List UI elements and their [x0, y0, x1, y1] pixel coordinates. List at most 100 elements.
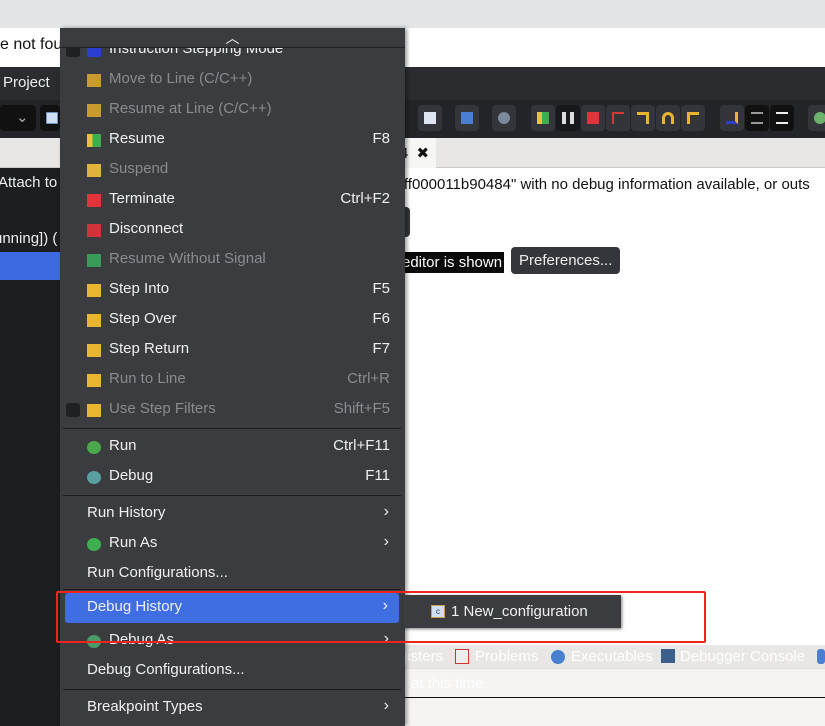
menu-item-move-to-line-c-c[interactable]: Move to Line (C/C++): [60, 65, 405, 95]
debug-icon: [87, 471, 101, 484]
menu-item-label: Debug: [109, 467, 154, 484]
menu-separator: [63, 589, 401, 590]
view-tab-debugger-console[interactable]: Debugger Console: [680, 648, 805, 665]
menu-item-step-into[interactable]: Step Into F5: [60, 275, 405, 305]
shortcut-label: Ctrl+R: [347, 370, 390, 387]
menu-item-label: Disconnect: [109, 220, 184, 237]
step-into-toolbar-button[interactable]: [631, 105, 655, 131]
menu-item-resume-at-line-c-c[interactable]: Resume at Line (C/C++): [60, 95, 405, 125]
menu-item-label: Debug Configurations...: [87, 661, 245, 678]
menu-item-run[interactable]: Run Ctrl+F11: [60, 432, 405, 462]
step-return-icon: [87, 344, 101, 357]
menu-item-label: Resume Without Signal: [109, 250, 266, 267]
checkbox[interactable]: [66, 403, 80, 417]
menu-item-terminate[interactable]: Terminate Ctrl+F2: [60, 185, 405, 215]
view-status-text: at this time.: [411, 675, 488, 692]
menu-item-run-as[interactable]: Run As ›: [60, 529, 405, 559]
menu-item-debug-configurations[interactable]: Debug Configurations...: [60, 656, 405, 686]
resume-at-line-icon: [87, 104, 101, 117]
debug-view-panel: Attach to A unning]) (: [0, 168, 60, 726]
suspend-toolbar-button[interactable]: [556, 105, 580, 131]
disconnect-icon: [87, 224, 101, 237]
instruction-step-icon: [726, 112, 738, 124]
drop-to-frame-button[interactable]: [745, 105, 769, 131]
menu-item-run-configurations[interactable]: Run Configurations...: [60, 559, 405, 589]
debugger-console-icon: [661, 649, 675, 663]
shortcut-label: F5: [372, 280, 390, 297]
chevron-down-icon: ⌄: [16, 109, 29, 126]
terminate-toolbar-button[interactable]: [581, 105, 605, 131]
menu-item-label: Run As: [109, 534, 158, 551]
menu-item-step-return[interactable]: Step Return F7: [60, 335, 405, 365]
menu-item-resume-without-signal[interactable]: Resume Without Signal: [60, 245, 405, 275]
menu-item-label: Breakpoint Types: [87, 698, 203, 715]
shortcut-label: Ctrl+F11: [333, 437, 390, 454]
menu-separator: [63, 428, 401, 429]
view-tab-registers[interactable]: gisters: [399, 648, 443, 665]
memory-button[interactable]: [418, 105, 442, 131]
menu-project[interactable]: Project: [3, 74, 50, 91]
view-content: at this time.: [405, 668, 825, 726]
step-filters-toolbar-button[interactable]: [770, 105, 794, 131]
menu-item-label: Resume at Line (C/C++): [109, 100, 272, 117]
skip-breakpoints-button[interactable]: [492, 105, 516, 131]
debug-icon: [814, 112, 825, 124]
menu-item-breakpoint-types[interactable]: Breakpoint Types ›: [60, 693, 405, 723]
suspend-icon: [87, 164, 101, 177]
step-filters-icon: [776, 112, 788, 124]
debug-toolbar-button[interactable]: [808, 105, 825, 131]
chevron-right-icon: ›: [383, 697, 389, 714]
menu-item-label: Step Over: [109, 310, 177, 327]
menu-item-label: Run: [109, 437, 137, 454]
chevron-right-icon: ›: [383, 503, 389, 520]
resume-toolbar-button[interactable]: [531, 105, 555, 131]
no-source-message: fff000011b90484" with no debug informati…: [400, 176, 810, 193]
disconnect-icon: [612, 112, 624, 124]
menu-item-run-to-line[interactable]: Run to Line Ctrl+R: [60, 365, 405, 395]
shortcut-label: F7: [372, 340, 390, 357]
scroll-up-button[interactable]: ︿: [60, 28, 405, 48]
config-dropdown[interactable]: ⌄: [0, 105, 36, 131]
step-filters-icon: [87, 404, 101, 417]
menu-item-debug[interactable]: Debug F11: [60, 462, 405, 492]
move-to-line-icon: [87, 74, 101, 87]
memory-view-icon: [817, 649, 825, 664]
disconnect-toolbar-button[interactable]: [606, 105, 630, 131]
menu-item-label: Use Step Filters: [109, 400, 216, 417]
run-icon: [87, 441, 101, 454]
menu-item-disconnect[interactable]: Disconnect: [60, 215, 405, 245]
menu-item-use-step-filters[interactable]: Use Step Filters Shift+F5: [60, 395, 405, 425]
terminate-icon: [587, 112, 599, 124]
chevron-up-icon: ︿: [225, 30, 240, 46]
run-to-line-icon: [87, 374, 101, 387]
resume-without-signal-icon: [87, 254, 101, 267]
step-return-toolbar-button[interactable]: [681, 105, 705, 131]
preferences-button[interactable]: Preferences...: [511, 247, 621, 274]
menu-item-suspend[interactable]: Suspend: [60, 155, 405, 185]
skip-breakpoints-icon: [498, 112, 510, 124]
menu-item-step-over[interactable]: Step Over F6: [60, 305, 405, 335]
menu-item-resume[interactable]: Resume F8: [60, 125, 405, 155]
debug-tree-item[interactable]: unning]) (: [0, 230, 57, 247]
step-return-icon: [687, 112, 699, 124]
selected-tree-row[interactable]: [0, 252, 60, 280]
memory-icon: [424, 112, 436, 124]
debug-tree-item[interactable]: Attach to A: [0, 174, 60, 191]
view-tab-problems[interactable]: Problems: [475, 648, 538, 665]
executables-icon: [551, 650, 565, 664]
resume-icon: [537, 112, 549, 124]
shortcut-label: F8: [372, 130, 390, 147]
menu-item-run-history[interactable]: Run History ›: [60, 499, 405, 529]
shortcut-label: Ctrl+F2: [340, 190, 390, 207]
close-icon[interactable]: ✖: [417, 145, 430, 162]
step-over-toolbar-button[interactable]: [656, 105, 680, 131]
chevron-right-icon: ›: [383, 533, 389, 550]
launch-config-button[interactable]: [40, 105, 60, 131]
terminate-icon: [87, 194, 101, 207]
step-into-icon: [637, 112, 649, 124]
console-button[interactable]: [455, 105, 479, 131]
step-over-icon: [662, 112, 674, 124]
instruction-step-toolbar-button[interactable]: [720, 105, 744, 131]
c-config-icon: [46, 112, 58, 124]
view-tab-executables[interactable]: Executables: [571, 648, 653, 665]
